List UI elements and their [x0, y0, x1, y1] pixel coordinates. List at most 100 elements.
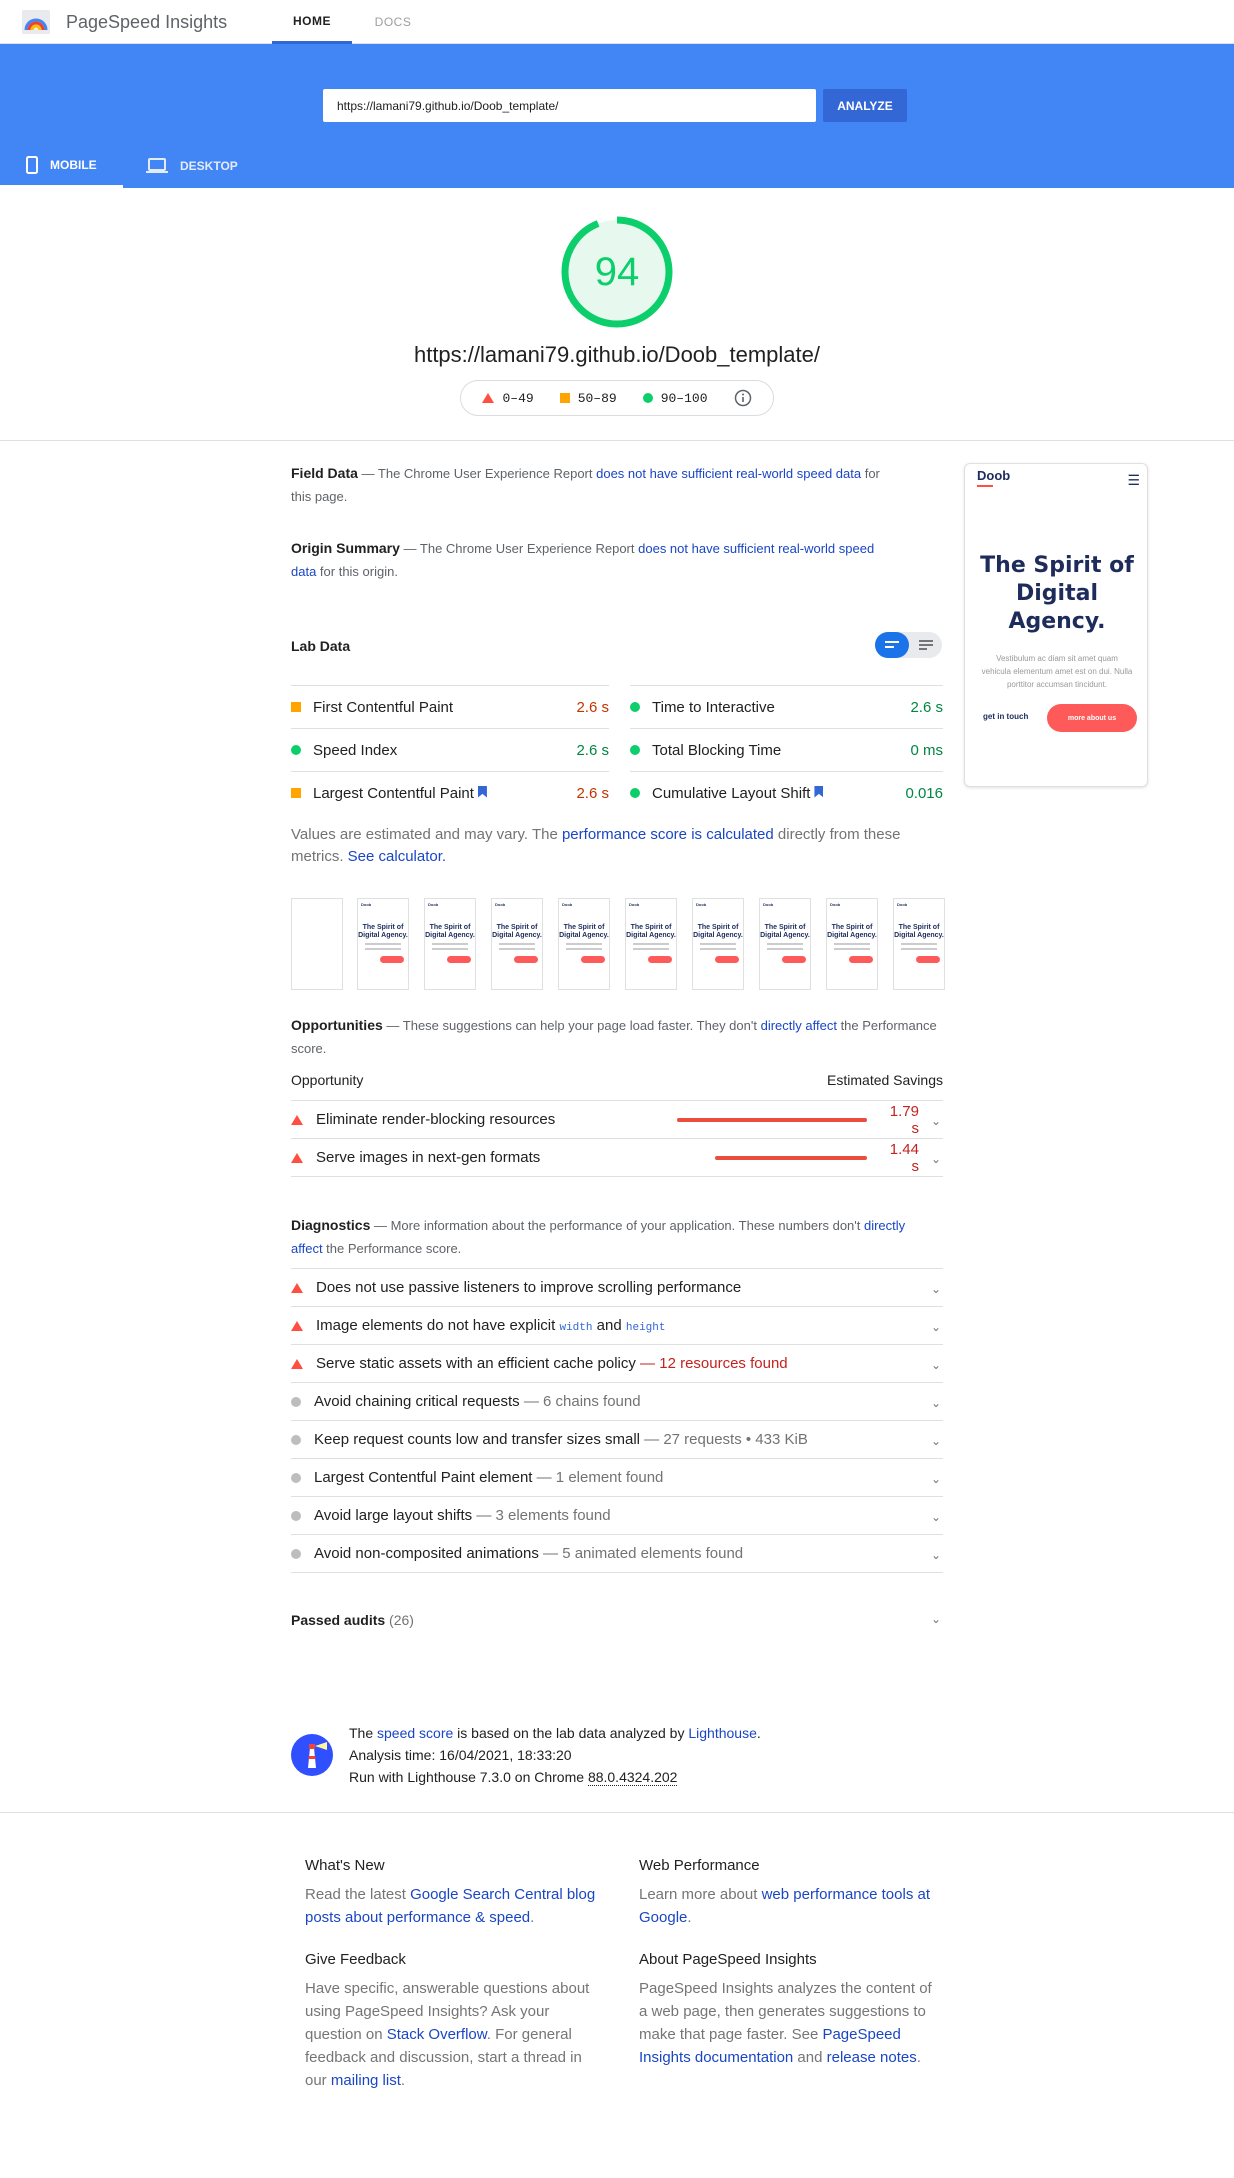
frame-text-line	[901, 948, 937, 950]
pass-circle-icon	[630, 745, 640, 755]
passed-audits[interactable]: Passed audits (26) ⌄	[291, 1612, 943, 1628]
chevron-down-icon[interactable]: ⌄	[931, 1358, 943, 1372]
fail-triangle-icon	[482, 393, 495, 403]
chevron-down-icon[interactable]: ⌄	[931, 1548, 943, 1562]
metrics-view-toggle[interactable]	[875, 632, 942, 658]
diagnostic-label: Avoid chaining critical requests	[314, 1393, 520, 1410]
diagnostic-detail: — 12 resources found	[635, 1355, 788, 1372]
release-notes-link[interactable]: release notes	[827, 2049, 917, 2066]
diagnostic-detail: — 6 chains found	[519, 1393, 641, 1410]
metric-value: 2.6 s	[910, 698, 943, 716]
chevron-down-icon[interactable]: ⌄	[931, 1282, 943, 1296]
score-calc-link[interactable]: performance score is calculated	[562, 826, 774, 843]
legend-average: 50–89	[559, 391, 617, 406]
opportunity-row[interactable]: Eliminate render-blocking resources 1.79…	[291, 1100, 943, 1138]
diagnostic-row[interactable]: Keep request counts low and transfer siz…	[291, 1420, 943, 1458]
footer-feedback-title: Give Feedback	[305, 1951, 406, 1968]
diagnostic-row[interactable]: Avoid non-composited animations — 5 anim…	[291, 1534, 943, 1572]
diagnostics-section: Diagnostics — More information about the…	[291, 1214, 921, 1260]
diagnostics-title: Diagnostics	[291, 1217, 371, 1233]
chevron-down-icon[interactable]: ⌄	[931, 1114, 943, 1128]
metric-label: Largest Contentful Paint	[313, 784, 474, 802]
mailing-list-link[interactable]: mailing list	[331, 2072, 401, 2089]
diagnostics-post: the Performance score.	[322, 1241, 462, 1256]
diagnostic-row[interactable]: Largest Contentful Paint element — 1 ele…	[291, 1458, 943, 1496]
col-opportunity: Opportunity	[291, 1072, 364, 1088]
footer-about-title: About PageSpeed Insights	[639, 1951, 817, 1968]
opportunity-label: Eliminate render-blocking resources	[316, 1111, 556, 1128]
chevron-down-icon[interactable]: ⌄	[931, 1434, 943, 1448]
frame-headline: The Spirit of Digital Agency.	[760, 924, 810, 939]
frame-logo: Doob	[428, 902, 439, 907]
filmstrip-frame: Doob The Spirit of Digital Agency.	[357, 898, 409, 990]
savings-value: 1.79 s	[889, 1102, 919, 1137]
frame-text-line	[700, 948, 736, 950]
compact-view-icon[interactable]	[875, 632, 909, 658]
lh-pre: The	[349, 1725, 378, 1741]
diagnostic-label: Avoid large layout shifts	[314, 1507, 473, 1524]
footer-web-performance: Web Performance Learn more about web per…	[639, 1854, 939, 1929]
footer-web-perf-title: Web Performance	[639, 1857, 760, 1874]
directly-affect-link[interactable]: directly affect	[761, 1018, 837, 1033]
footer-whats-new-pre: Read the latest	[305, 1886, 411, 1903]
frame-text-line	[767, 948, 803, 950]
chevron-down-icon[interactable]: ⌄	[931, 1472, 943, 1486]
passed-count: (26)	[389, 1612, 414, 1628]
footer-divider	[0, 1812, 1234, 1813]
chevron-down-icon[interactable]: ⌄	[931, 1152, 943, 1166]
lh-end: .	[756, 1725, 761, 1741]
frame-headline: The Spirit of Digital Agency.	[425, 924, 475, 939]
expanded-view-icon[interactable]	[909, 632, 942, 658]
diagnostic-label: Keep request counts low and transfer siz…	[314, 1431, 640, 1448]
preview-headline: The Spirit of Digital Agency.	[980, 553, 1134, 634]
filmstrip-frame-blank	[291, 898, 343, 990]
diagnostic-row[interactable]: Avoid chaining critical requests — 6 cha…	[291, 1382, 943, 1420]
metric-value: 0.016	[905, 784, 943, 802]
lighthouse-icon	[291, 1734, 333, 1776]
bookmark-icon	[477, 785, 487, 798]
diagnostic-row[interactable]: Image elements do not have explicit widt…	[291, 1306, 943, 1344]
tab-mobile[interactable]: MOBILE	[0, 144, 123, 188]
filmstrip-frame: Doob The Spirit of Digital Agency.	[759, 898, 811, 990]
metric-value: 2.6 s	[576, 741, 609, 759]
tab-desktop[interactable]: DESKTOP	[146, 144, 266, 188]
frame-button	[916, 956, 940, 963]
info-icon[interactable]	[734, 389, 752, 407]
savings-bar	[715, 1155, 867, 1160]
preview-logo: Doob	[977, 468, 1011, 483]
metric-speed-index: Speed Index 2.6 s	[291, 728, 609, 771]
metric-value: 0 ms	[910, 741, 943, 759]
opportunity-row[interactable]: Serve images in next-gen formats 1.44 s …	[291, 1138, 943, 1176]
url-input[interactable]	[323, 89, 816, 122]
metric-label: Cumulative Layout Shift	[652, 784, 811, 802]
diagnostic-label: Image elements do not have explicit	[316, 1317, 560, 1334]
frame-text-line	[633, 943, 669, 945]
nav-home[interactable]: HOME	[272, 0, 352, 44]
nav-docs[interactable]: DOCS	[362, 0, 424, 44]
analyze-button[interactable]: ANALYZE	[823, 89, 907, 122]
frame-text-line	[834, 948, 870, 950]
stack-overflow-link[interactable]: Stack Overflow	[387, 2026, 487, 2043]
chevron-down-icon[interactable]: ⌄	[931, 1320, 943, 1334]
filmstrip-frame: Doob The Spirit of Digital Agency.	[558, 898, 610, 990]
lab-data-title: Lab Data	[291, 638, 351, 654]
fail-triangle-icon	[291, 1152, 303, 1163]
chevron-down-icon[interactable]: ⌄	[931, 1510, 943, 1524]
speed-score-link[interactable]: speed score	[377, 1725, 453, 1741]
frame-logo: Doob	[830, 902, 841, 907]
calculator-link[interactable]: See calculator.	[348, 848, 446, 865]
metric-value: 2.6 s	[576, 698, 609, 716]
diagnostic-row[interactable]: Does not use passive listeners to improv…	[291, 1268, 943, 1306]
frame-text-line	[901, 943, 937, 945]
diagnostic-row[interactable]: Serve static assets with an efficient ca…	[291, 1344, 943, 1382]
frame-headline: The Spirit of Digital Agency.	[626, 924, 676, 939]
frame-headline: The Spirit of Digital Agency.	[827, 924, 877, 939]
chevron-down-icon[interactable]: ⌄	[931, 1396, 943, 1410]
chevron-down-icon[interactable]: ⌄	[931, 1612, 943, 1626]
opportunity-column-headers: Opportunity Estimated Savings	[291, 1072, 943, 1088]
lighthouse-link[interactable]: Lighthouse	[688, 1725, 757, 1741]
frame-button	[849, 956, 873, 963]
diagnostic-row[interactable]: Avoid large layout shifts — 3 elements f…	[291, 1496, 943, 1534]
frame-text-line	[566, 948, 602, 950]
field-data-link[interactable]: does not have sufficient real-world spee…	[596, 466, 861, 481]
